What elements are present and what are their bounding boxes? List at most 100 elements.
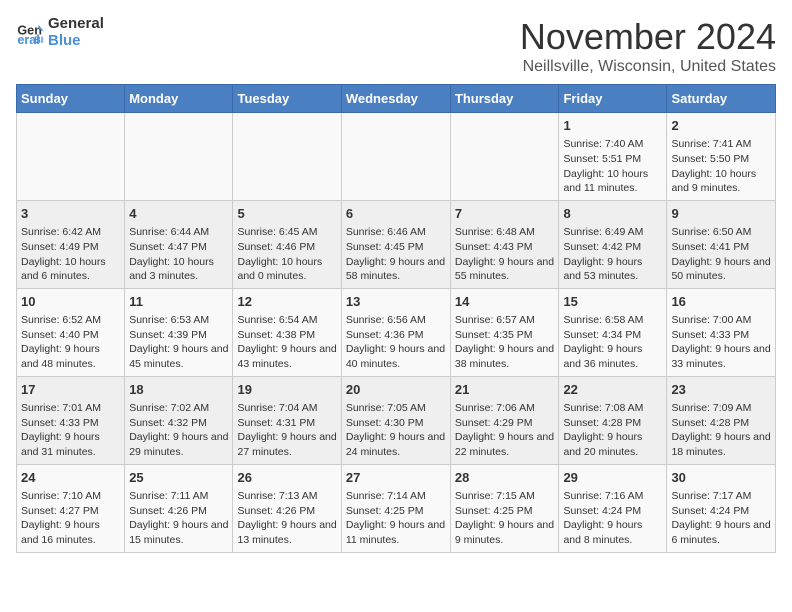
cell-info: Sunrise: 7:05 AM Sunset: 4:30 PM Dayligh… <box>346 401 446 460</box>
calendar-cell: 18 Sunrise: 7:02 AM Sunset: 4:32 PM Dayli… <box>125 376 233 464</box>
cell-info: Sunrise: 6:48 AM Sunset: 4:43 PM Dayligh… <box>455 225 555 284</box>
day-header-row: SundayMondayTuesdayWednesdayThursdayFrid… <box>17 85 776 113</box>
day-number: 6 <box>346 205 446 223</box>
day-number: 8 <box>563 205 662 223</box>
cell-info: Sunrise: 7:17 AM Sunset: 4:24 PM Dayligh… <box>671 489 771 548</box>
calendar-cell: 9Sunrise: 6:50 AM Sunset: 4:41 PM Daylig… <box>667 200 776 288</box>
calendar-cell: 25Sunrise: 7:11 AM Sunset: 4:26 PM Dayli… <box>125 464 233 552</box>
day-number: 16 <box>671 293 771 311</box>
day-header-thursday: Thursday <box>450 85 559 113</box>
week-row-2: 10 Sunrise: 6:52 AM Sunset: 4:40 PM Dayli… <box>17 288 776 376</box>
calendar-cell: 5 Sunrise: 6:45 AM Sunset: 4:46 PM Daylig… <box>233 200 341 288</box>
calendar-cell: 2Sunrise: 7:41 AM Sunset: 5:50 PM Daylig… <box>667 113 776 201</box>
title-block: November 2024 Neillsville, Wisconsin, Un… <box>520 16 776 76</box>
calendar-cell: 16 Sunrise: 7:00 AM Sunset: 4:33 PM Dayli… <box>667 288 776 376</box>
cell-info: Sunrise: 6:42 AM Sunset: 4:49 PM Dayligh… <box>21 225 120 284</box>
day-number: 9 <box>671 205 771 223</box>
calendar-cell: 7 Sunrise: 6:48 AM Sunset: 4:43 PM Daylig… <box>450 200 559 288</box>
calendar-cell: 11 Sunrise: 6:53 AM Sunset: 4:39 PM Dayli… <box>125 288 233 376</box>
day-number: 18 <box>129 381 228 399</box>
cell-info: Sunrise: 7:09 AM Sunset: 4:28 PM Dayligh… <box>671 401 771 460</box>
day-number: 17 <box>21 381 120 399</box>
cell-info: Sunrise: 6:44 AM Sunset: 4:47 PM Dayligh… <box>129 225 228 284</box>
cell-info: Sunrise: 7:06 AM Sunset: 4:29 PM Dayligh… <box>455 401 555 460</box>
cell-info: Sunrise: 6:58 AM Sunset: 4:34 PM Dayligh… <box>563 313 662 372</box>
calendar-cell: 14 Sunrise: 6:57 AM Sunset: 4:35 PM Dayli… <box>450 288 559 376</box>
cell-info: Sunrise: 7:11 AM Sunset: 4:26 PM Dayligh… <box>129 489 228 548</box>
cell-info: Sunrise: 6:57 AM Sunset: 4:35 PM Dayligh… <box>455 313 555 372</box>
calendar-cell: 23 Sunrise: 7:09 AM Sunset: 4:28 PM Dayli… <box>667 376 776 464</box>
day-number: 19 <box>237 381 336 399</box>
calendar-cell: 21 Sunrise: 7:06 AM Sunset: 4:29 PM Dayli… <box>450 376 559 464</box>
cell-info: Sunrise: 7:14 AM Sunset: 4:25 PM Dayligh… <box>346 489 446 548</box>
day-number: 5 <box>237 205 336 223</box>
calendar-cell: 3 Sunrise: 6:42 AM Sunset: 4:49 PM Daylig… <box>17 200 125 288</box>
cell-info: Sunrise: 7:01 AM Sunset: 4:33 PM Dayligh… <box>21 401 120 460</box>
calendar-cell: 4 Sunrise: 6:44 AM Sunset: 4:47 PM Daylig… <box>125 200 233 288</box>
calendar-cell <box>125 113 233 201</box>
calendar-cell: 26 Sunrise: 7:13 AM Sunset: 4:26 PM Dayli… <box>233 464 341 552</box>
calendar-cell <box>341 113 450 201</box>
cell-info: Sunrise: 6:52 AM Sunset: 4:40 PM Dayligh… <box>21 313 120 372</box>
day-number: 2 <box>671 117 771 135</box>
calendar-table: SundayMondayTuesdayWednesdayThursdayFrid… <box>16 84 776 553</box>
calendar-cell <box>17 113 125 201</box>
day-number: 15 <box>563 293 662 311</box>
day-number: 3 <box>21 205 120 223</box>
calendar-body: 1 Sunrise: 7:40 AM Sunset: 5:51 PM Daylig… <box>17 113 776 553</box>
day-header-saturday: Saturday <box>667 85 776 113</box>
day-number: 28 <box>455 469 555 487</box>
cell-info: Sunrise: 7:40 AM Sunset: 5:51 PM Dayligh… <box>563 137 662 196</box>
day-number: 10 <box>21 293 120 311</box>
day-header-sunday: Sunday <box>17 85 125 113</box>
cell-info: Sunrise: 6:53 AM Sunset: 4:39 PM Dayligh… <box>129 313 228 372</box>
week-row-1: 3 Sunrise: 6:42 AM Sunset: 4:49 PM Daylig… <box>17 200 776 288</box>
cell-info: Sunrise: 7:04 AM Sunset: 4:31 PM Dayligh… <box>237 401 336 460</box>
calendar-cell <box>450 113 559 201</box>
calendar-cell: 6 Sunrise: 6:46 AM Sunset: 4:45 PM Daylig… <box>341 200 450 288</box>
calendar-cell: 19 Sunrise: 7:04 AM Sunset: 4:31 PM Dayli… <box>233 376 341 464</box>
month-title: November 2024 <box>520 16 776 58</box>
calendar-cell: 22Sunrise: 7:08 AM Sunset: 4:28 PM Dayli… <box>559 376 667 464</box>
day-header-friday: Friday <box>559 85 667 113</box>
page-header: Gen eral Blue General Blue November 2024… <box>16 16 776 76</box>
day-number: 21 <box>455 381 555 399</box>
day-number: 1 <box>563 117 662 135</box>
day-header-wednesday: Wednesday <box>341 85 450 113</box>
calendar-cell: 28Sunrise: 7:15 AM Sunset: 4:25 PM Dayli… <box>450 464 559 552</box>
day-number: 20 <box>346 381 446 399</box>
cell-info: Sunrise: 6:46 AM Sunset: 4:45 PM Dayligh… <box>346 225 446 284</box>
week-row-3: 17 Sunrise: 7:01 AM Sunset: 4:33 PM Dayli… <box>17 376 776 464</box>
logo: Gen eral Blue General Blue <box>16 16 104 49</box>
calendar-cell: 27 Sunrise: 7:14 AM Sunset: 4:25 PM Dayli… <box>341 464 450 552</box>
day-number: 27 <box>346 469 446 487</box>
cell-info: Sunrise: 7:13 AM Sunset: 4:26 PM Dayligh… <box>237 489 336 548</box>
day-number: 12 <box>237 293 336 311</box>
location-title: Neillsville, Wisconsin, United States <box>520 58 776 76</box>
calendar-cell: 12 Sunrise: 6:54 AM Sunset: 4:38 PM Dayli… <box>233 288 341 376</box>
day-number: 14 <box>455 293 555 311</box>
cell-info: Sunrise: 6:49 AM Sunset: 4:42 PM Dayligh… <box>563 225 662 284</box>
day-number: 13 <box>346 293 446 311</box>
calendar-cell: 30 Sunrise: 7:17 AM Sunset: 4:24 PM Dayli… <box>667 464 776 552</box>
cell-info: Sunrise: 7:00 AM Sunset: 4:33 PM Dayligh… <box>671 313 771 372</box>
cell-info: Sunrise: 6:45 AM Sunset: 4:46 PM Dayligh… <box>237 225 336 284</box>
day-number: 7 <box>455 205 555 223</box>
cell-info: Sunrise: 7:02 AM Sunset: 4:32 PM Dayligh… <box>129 401 228 460</box>
calendar-header: SundayMondayTuesdayWednesdayThursdayFrid… <box>17 85 776 113</box>
cell-info: Sunrise: 6:54 AM Sunset: 4:38 PM Dayligh… <box>237 313 336 372</box>
day-number: 26 <box>237 469 336 487</box>
cell-info: Sunrise: 7:08 AM Sunset: 4:28 PM Dayligh… <box>563 401 662 460</box>
svg-text:Blue: Blue <box>34 34 44 44</box>
calendar-cell: 29Sunrise: 7:16 AM Sunset: 4:24 PM Dayli… <box>559 464 667 552</box>
day-number: 23 <box>671 381 771 399</box>
day-number: 24 <box>21 469 120 487</box>
calendar-cell: 20 Sunrise: 7:05 AM Sunset: 4:30 PM Dayli… <box>341 376 450 464</box>
cell-info: Sunrise: 7:10 AM Sunset: 4:27 PM Dayligh… <box>21 489 120 548</box>
day-number: 4 <box>129 205 228 223</box>
cell-info: Sunrise: 7:16 AM Sunset: 4:24 PM Dayligh… <box>563 489 662 548</box>
logo-line2: Blue <box>48 33 104 50</box>
week-row-0: 1 Sunrise: 7:40 AM Sunset: 5:51 PM Daylig… <box>17 113 776 201</box>
day-number: 11 <box>129 293 228 311</box>
day-number: 30 <box>671 469 771 487</box>
